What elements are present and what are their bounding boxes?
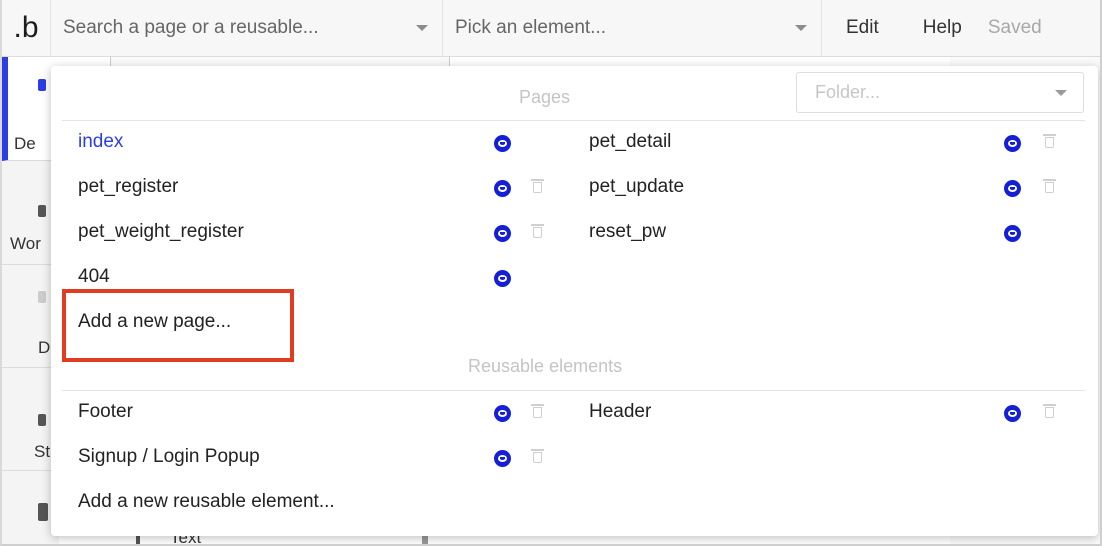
page-item-reset-pw[interactable]: reset_pw bbox=[589, 221, 666, 243]
page-item-pet-register[interactable]: pet_register bbox=[78, 176, 178, 198]
plugins-icon bbox=[38, 503, 48, 521]
page-item-404[interactable]: 404 bbox=[78, 266, 110, 288]
data-icon bbox=[38, 291, 46, 303]
chevron-down-icon bbox=[416, 25, 428, 31]
pages-divider bbox=[62, 120, 1085, 121]
page-search-dropdown[interactable]: Search a page or a reusable... bbox=[51, 0, 443, 57]
clone-icon[interactable] bbox=[1004, 225, 1021, 242]
clone-icon[interactable] bbox=[494, 450, 511, 467]
page-item-pet-update[interactable]: pet_update bbox=[589, 176, 684, 198]
clone-icon[interactable] bbox=[494, 225, 511, 242]
clone-icon[interactable] bbox=[1004, 180, 1021, 197]
page-search-placeholder: Search a page or a reusable... bbox=[63, 17, 319, 38]
trash-icon[interactable] bbox=[1043, 134, 1056, 148]
page-item-index[interactable]: index bbox=[78, 131, 123, 153]
clone-icon[interactable] bbox=[494, 180, 511, 197]
element-picker-placeholder: Pick an element... bbox=[455, 17, 607, 38]
tab-workflow-label: Wor bbox=[10, 234, 41, 253]
clone-icon[interactable] bbox=[494, 270, 511, 287]
chevron-down-icon bbox=[1055, 89, 1067, 96]
clone-icon[interactable] bbox=[494, 405, 511, 422]
reusable-section-title: Reusable elements bbox=[468, 356, 623, 376]
trash-icon[interactable] bbox=[1043, 404, 1056, 418]
bubble-logo[interactable]: .b bbox=[2, 0, 51, 57]
folder-placeholder: Folder... bbox=[815, 82, 881, 102]
trash-icon[interactable] bbox=[531, 449, 544, 463]
folder-select[interactable]: Folder... bbox=[796, 72, 1084, 113]
save-status: Saved bbox=[987, 17, 1042, 38]
design-icon bbox=[38, 79, 46, 91]
reusable-item-footer[interactable]: Footer bbox=[78, 401, 133, 423]
help-menu[interactable]: Help bbox=[879, 17, 962, 39]
edit-menu[interactable]: Edit bbox=[822, 17, 879, 39]
tab-styles-label: St bbox=[34, 442, 51, 461]
styles-icon bbox=[38, 414, 46, 426]
reusable-item-header[interactable]: Header bbox=[589, 401, 651, 423]
trash-icon[interactable] bbox=[531, 179, 544, 193]
tab-design-label: De bbox=[14, 134, 36, 153]
trash-icon[interactable] bbox=[1043, 179, 1056, 193]
workflow-icon bbox=[38, 205, 46, 217]
pages-section-title: Pages bbox=[519, 87, 571, 107]
page-item-pet-detail[interactable]: pet_detail bbox=[589, 131, 671, 153]
page-item-pet-weight-register[interactable]: pet_weight_register bbox=[78, 221, 244, 243]
tab-data-label: D bbox=[38, 338, 51, 357]
trash-icon[interactable] bbox=[531, 224, 544, 238]
reusable-item-signup-login-popup[interactable]: Signup / Login Popup bbox=[78, 446, 260, 468]
chevron-down-icon bbox=[795, 25, 807, 31]
element-picker-dropdown[interactable]: Pick an element... bbox=[443, 0, 822, 57]
reusable-divider bbox=[62, 390, 1085, 391]
trash-icon[interactable] bbox=[531, 404, 544, 418]
clone-icon[interactable] bbox=[1004, 135, 1021, 152]
top-bar: .b Search a page or a reusable... Pick a… bbox=[2, 0, 1100, 57]
highlight-box bbox=[62, 289, 294, 362]
add-new-reusable-element-link[interactable]: Add a new reusable element... bbox=[78, 491, 335, 513]
clone-icon[interactable] bbox=[1004, 405, 1021, 422]
clone-icon[interactable] bbox=[494, 135, 511, 152]
